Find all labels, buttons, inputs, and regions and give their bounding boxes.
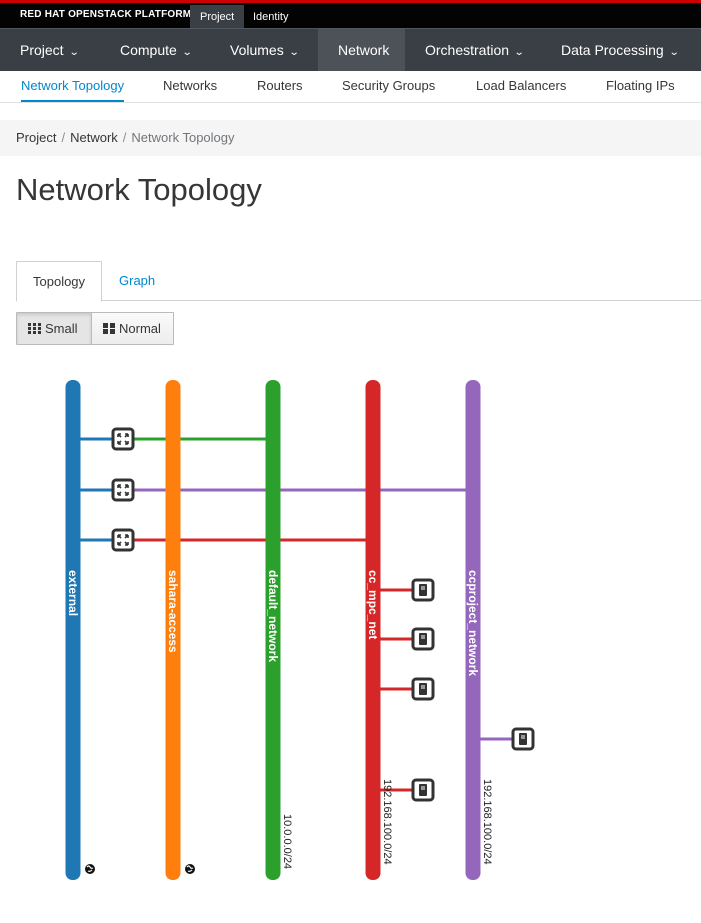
nav-data-processing-label: Data Processing <box>561 42 664 58</box>
breadcrumb-current: Network Topology <box>131 130 235 145</box>
router-icon[interactable] <box>111 478 135 502</box>
network-label: external <box>66 570 80 616</box>
nav-compute[interactable]: Compute ⌄ <box>100 29 211 71</box>
brand-bar: RED HAT OPENSTACK PLATFORM Project Ident… <box>0 0 701 29</box>
network-label: cc_mpc_net <box>366 570 380 639</box>
network-bar-external[interactable] <box>65 380 81 880</box>
breadcrumb: Project / Network / Network Topology <box>0 120 701 156</box>
tab-topology[interactable]: Topology <box>16 261 103 302</box>
grid-large-icon <box>103 323 115 334</box>
network-label: ccproject_network <box>466 570 480 676</box>
subnav-floating-ips[interactable]: Floating IPs <box>606 71 675 102</box>
subnav-load-balancers[interactable]: Load Balancers <box>476 71 566 102</box>
chevron-down-icon: ⌄ <box>181 47 193 58</box>
nav-network[interactable]: Network <box>318 29 405 71</box>
tab-graph[interactable]: Graph <box>103 261 171 302</box>
breadcrumb-project[interactable]: Project <box>16 130 56 145</box>
server-icon <box>519 733 527 745</box>
server-icon <box>419 784 427 796</box>
grid-small-icon <box>28 323 41 334</box>
context-tab-identity[interactable]: Identity <box>243 5 298 29</box>
router-icon[interactable] <box>111 528 135 552</box>
topology-canvas: external sahara-access default_network 10.0… <box>65 380 535 880</box>
nav-volumes[interactable]: Volumes ⌄ <box>210 29 318 71</box>
router-icon[interactable] <box>111 427 135 451</box>
nav-data-processing[interactable]: Data Processing ⌄ <box>541 29 698 71</box>
subnav-security-groups[interactable]: Security Groups <box>342 71 435 102</box>
subnav-routers[interactable]: Routers <box>257 71 303 102</box>
chevron-down-icon: ⌄ <box>288 47 300 58</box>
chevron-down-icon: ⌄ <box>513 47 525 58</box>
network-label: sahara-access <box>166 570 180 653</box>
subnav-network-topology[interactable]: Network Topology <box>21 71 125 102</box>
network-cidr: 10.0.0.0/24 <box>281 814 293 869</box>
nav-compute-label: Compute <box>120 42 177 58</box>
nav-volumes-label: Volumes <box>230 42 284 58</box>
network-cidr: 192.168.100.0/24 <box>381 779 393 865</box>
chevron-down-icon: ⌄ <box>668 47 680 58</box>
network-cidr: 192.168.100.0/24 <box>481 779 493 865</box>
network-label: default_network <box>266 570 280 662</box>
nav-project-label: Project <box>20 42 64 58</box>
nav-network-label: Network <box>338 42 390 58</box>
breadcrumb-separator: / <box>61 130 66 145</box>
brand-logo: RED HAT OPENSTACK PLATFORM <box>20 9 192 20</box>
page-title: Network Topology <box>16 172 262 207</box>
nav-project[interactable]: Project ⌄ <box>0 29 98 71</box>
small-button-label: Small <box>45 321 78 336</box>
subnav-networks[interactable]: Networks <box>163 71 217 102</box>
normal-button-label: Normal <box>119 321 161 336</box>
context-tab-project[interactable]: Project <box>190 5 245 29</box>
server-icon <box>419 584 427 596</box>
chevron-down-icon: ⌄ <box>68 47 80 58</box>
globe-icon <box>185 864 195 874</box>
server-icon <box>419 683 427 695</box>
primary-nav: Project ⌄ Compute ⌄ Volumes ⌄ Network Orche… <box>0 28 701 71</box>
small-button[interactable]: Small <box>16 312 92 345</box>
server-icon <box>419 633 427 645</box>
nav-orchestration[interactable]: Orchestration ⌄ <box>405 29 543 71</box>
secondary-nav: Network Topology Networks Routers Securi… <box>0 71 701 103</box>
view-tabs: Topology Graph <box>16 261 701 302</box>
nav-orchestration-label: Orchestration <box>425 42 510 58</box>
normal-button[interactable]: Normal <box>91 312 174 345</box>
breadcrumb-separator: / <box>122 130 127 145</box>
breadcrumb-network[interactable]: Network <box>70 130 118 145</box>
globe-icon <box>85 864 95 874</box>
